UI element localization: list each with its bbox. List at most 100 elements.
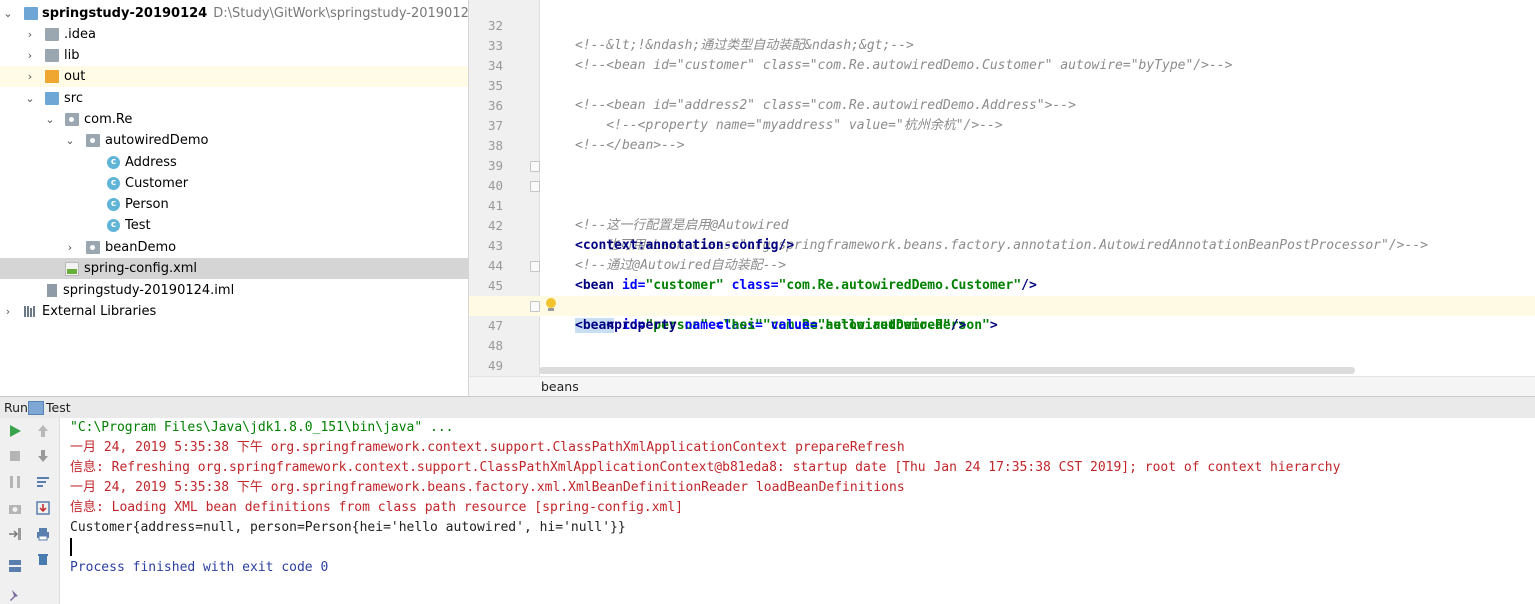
fold-icon[interactable] <box>530 161 540 172</box>
text-caret <box>70 538 72 556</box>
code-line[interactable]: 33 <!--<bean id="customer" class="com.Re… <box>469 16 1535 73</box>
tree-item-out[interactable]: › out <box>0 66 468 87</box>
class-icon: c <box>107 198 120 211</box>
code-line[interactable]: 41 也可用<bean class="org.springframework.b… <box>469 176 1535 253</box>
code-editor[interactable]: 32 <!--&lt;!&ndash;通过类型自动装配&ndash;&gt;--… <box>469 0 1535 396</box>
stop-icon[interactable] <box>7 448 23 464</box>
print-icon[interactable] <box>35 526 51 542</box>
tree-item-test[interactable]: c Test <box>0 215 468 236</box>
soft-wrap-icon[interactable] <box>35 474 51 490</box>
project-tree: ⌄ springstudy-20190124 D:\Study\GitWork\s… <box>0 0 469 396</box>
code-line[interactable]: 36 <!--<property name="myaddress" value=… <box>469 76 1535 133</box>
breadcrumb: beans <box>469 376 1535 396</box>
tree-item-address[interactable]: c Address <box>0 152 468 173</box>
tree-item-label: out <box>64 69 86 84</box>
tree-item-label: Customer <box>125 176 189 191</box>
fold-icon[interactable] <box>530 181 540 192</box>
login-icon[interactable] <box>7 526 23 542</box>
chevron-down-icon[interactable]: ⌄ <box>44 109 56 130</box>
console-line-exit: Process finished with exit code 0 <box>70 560 329 575</box>
code-line[interactable]: 45 <bean id="person" class="com.Re.autow… <box>469 256 1535 333</box>
chevron-right-icon[interactable]: › <box>2 301 14 322</box>
project-root-name: springstudy-20190124 <box>42 6 208 21</box>
trash-icon[interactable] <box>35 551 51 567</box>
rerun-icon[interactable] <box>7 423 23 439</box>
tree-item-label: com.Re <box>84 112 133 127</box>
tree-item-com-re[interactable]: ⌄ com.Re <box>0 109 468 130</box>
run-toolbar <box>0 418 60 604</box>
code-line-current[interactable]: 47 </bean> <box>469 296 1535 393</box>
tree-item-label: Address <box>125 155 177 170</box>
pause-icon[interactable] <box>7 474 23 490</box>
code-line[interactable]: 40 <!--这一行配置是启用@Autowired <box>469 156 1535 233</box>
class-icon: c <box>107 177 120 190</box>
code-line[interactable]: 43 <!--通过@Autowired自动装配--> <box>469 216 1535 273</box>
code-line[interactable]: 32 <!--&lt;!&ndash;通过类型自动装配&ndash;&gt;--… <box>469 0 1535 53</box>
package-icon <box>65 113 79 126</box>
scroll-to-end-icon[interactable] <box>35 500 51 516</box>
chevron-right-icon[interactable]: › <box>64 237 76 258</box>
source-folder-icon <box>45 92 59 105</box>
tree-item-root[interactable]: ⌄ springstudy-20190124 D:\Study\GitWork\s… <box>0 3 468 24</box>
tree-item-spring-config[interactable]: spring-config.xml <box>0 258 468 279</box>
output-folder-icon <box>45 70 59 83</box>
console-line-log: 一月 24, 2019 5:35:38 下午 org.springframewo… <box>70 440 905 455</box>
tree-item-customer[interactable]: c Customer <box>0 173 468 194</box>
chevron-down-icon[interactable]: ⌄ <box>24 88 36 109</box>
code-line[interactable]: 35 <!--<bean id="address2" class="com.Re… <box>469 56 1535 113</box>
tree-item-label: springstudy-20190124.iml <box>63 283 235 298</box>
tree-item-lib[interactable]: › lib <box>0 45 468 66</box>
console-line-output: Customer{address=null, person=Person{hei… <box>70 520 626 535</box>
fold-icon[interactable] <box>530 261 540 272</box>
code-line[interactable]: 34 <box>469 36 1535 73</box>
breadcrumb-item[interactable]: beans <box>541 377 579 396</box>
tab-test[interactable]: Test <box>46 397 71 418</box>
code-line[interactable]: 48 <box>469 316 1535 353</box>
lightbulb-icon[interactable] <box>545 298 556 312</box>
tree-item-iml[interactable]: springstudy-20190124.iml <box>0 280 468 301</box>
arrow-down-icon[interactable] <box>35 448 51 464</box>
ide-window: ⌄ springstudy-20190124 D:\Study\GitWork\s… <box>0 0 1535 604</box>
library-icon <box>24 306 35 317</box>
tree-item-label: lib <box>64 48 80 63</box>
tree-item-label: .idea <box>64 27 96 42</box>
run-config-icon <box>28 401 44 415</box>
code-line[interactable]: 44 <bean id="customer" class="com.Re.aut… <box>469 236 1535 293</box>
tree-item-person[interactable]: c Person <box>0 194 468 215</box>
chevron-down-icon[interactable]: ⌄ <box>64 130 76 151</box>
tree-item-label: autowiredDemo <box>105 133 209 148</box>
layout-icon[interactable] <box>7 558 23 574</box>
tree-item-beandemo[interactable]: › beanDemo <box>0 237 468 258</box>
camera-icon[interactable] <box>7 500 23 516</box>
code-line[interactable]: 39 <box>469 136 1535 173</box>
tree-item-src[interactable]: ⌄ src <box>0 88 468 109</box>
code-line[interactable]: 46 <property name="hei" value="hello aut… <box>469 276 1535 333</box>
package-icon <box>86 134 100 147</box>
chevron-right-icon[interactable]: › <box>24 24 36 45</box>
run-console[interactable]: "C:\Program Files\Java\jdk1.8.0_151\bin\… <box>60 418 1535 604</box>
tree-item-idea[interactable]: › .idea <box>0 24 468 45</box>
project-root-path: D:\Study\GitWork\springstudy-20190124 <box>213 6 469 21</box>
code-line[interactable]: 49 <box>469 336 1535 373</box>
chevron-right-icon[interactable]: › <box>24 45 36 66</box>
chevron-down-icon[interactable]: ⌄ <box>2 3 14 24</box>
tree-item-label: beanDemo <box>105 240 177 255</box>
horizontal-scrollbar[interactable] <box>539 367 1355 374</box>
pin-icon[interactable] <box>7 588 23 604</box>
console-line-command: "C:\Program Files\Java\jdk1.8.0_151\bin\… <box>70 420 454 435</box>
code-line[interactable]: 42 <context:annotation-config/> <box>469 196 1535 253</box>
tree-item-external-libraries[interactable]: › External Libraries <box>0 301 468 322</box>
code-line[interactable]: 37 <!--</bean>--> <box>469 96 1535 153</box>
chevron-right-icon[interactable]: › <box>24 66 36 87</box>
package-icon <box>86 241 100 254</box>
runnable-class-icon: c <box>107 219 120 232</box>
tree-item-label: Test <box>125 218 151 233</box>
xml-file-icon <box>65 262 79 276</box>
tree-item-autowireddemo[interactable]: ⌄ autowiredDemo <box>0 130 468 151</box>
arrow-up-icon[interactable] <box>35 423 51 439</box>
class-icon: c <box>107 156 120 169</box>
tree-item-label: spring-config.xml <box>84 261 198 276</box>
console-line-log: 信息: Refreshing org.springframework.conte… <box>70 460 1341 475</box>
fold-icon[interactable] <box>530 301 540 312</box>
code-line[interactable]: 38 <box>469 116 1535 153</box>
